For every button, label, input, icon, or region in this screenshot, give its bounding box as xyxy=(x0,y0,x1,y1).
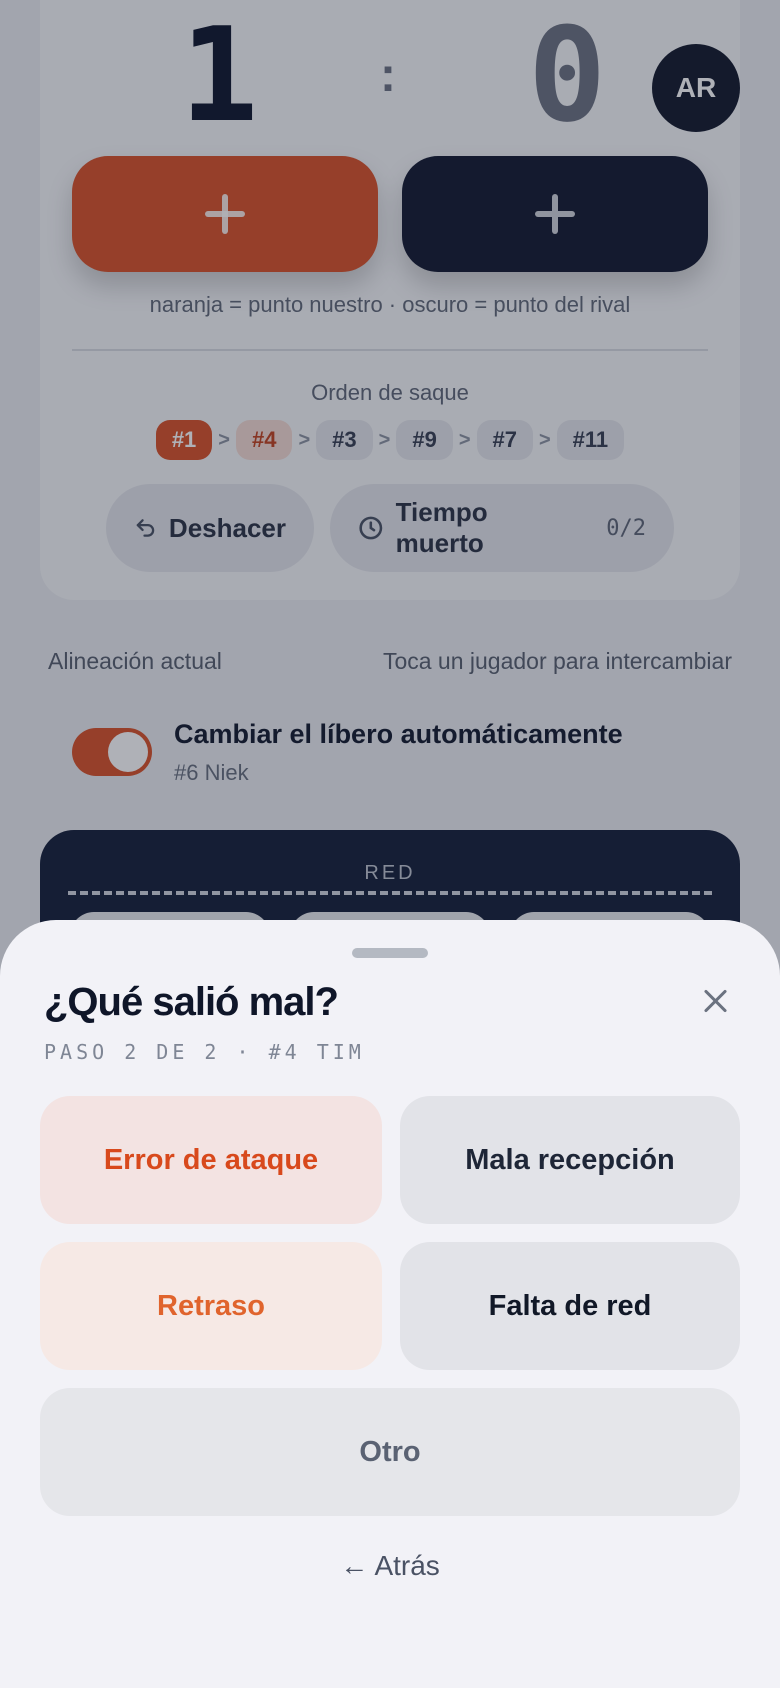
sheet-title: ¿Qué salió mal? xyxy=(44,980,339,1024)
option-delay-button[interactable]: Retraso xyxy=(40,1242,382,1370)
option-net-fault-button[interactable]: Falta de red xyxy=(400,1242,740,1370)
option-bad-reception-button[interactable]: Mala recepción xyxy=(400,1096,740,1224)
back-button[interactable]: ← Atrás xyxy=(0,1550,780,1582)
option-attack-error-button[interactable]: Error de ataque xyxy=(40,1096,382,1224)
close-icon[interactable] xyxy=(700,986,732,1018)
bottom-sheet: ¿Qué salió mal? PASO 2 DE 2 · #4 TIM Err… xyxy=(0,920,780,1688)
sheet-step-indicator: PASO 2 DE 2 · #4 TIM xyxy=(44,1040,365,1064)
option-other-button[interactable]: Otro xyxy=(40,1388,740,1516)
sheet-drag-handle[interactable] xyxy=(352,948,428,958)
